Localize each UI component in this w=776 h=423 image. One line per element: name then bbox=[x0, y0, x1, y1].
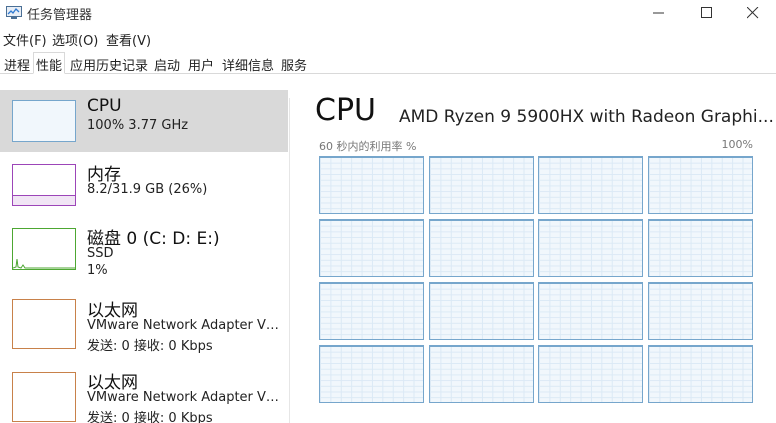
cpu-core-utilization-line bbox=[320, 283, 423, 284]
cpu-core-graph bbox=[647, 345, 753, 403]
cpu-core-utilization-line bbox=[648, 157, 752, 158]
cpu-core-graph bbox=[319, 282, 424, 340]
cpu-core-utilization-line bbox=[429, 220, 533, 221]
window-title: 任务管理器 bbox=[27, 8, 93, 23]
cpu-core-graph bbox=[538, 345, 643, 403]
cpu-core-graph bbox=[428, 156, 534, 214]
cpu-core-graph bbox=[538, 282, 643, 340]
cpu-core-utilization-line bbox=[539, 157, 642, 158]
cpu-core-utilization-line bbox=[429, 283, 533, 284]
resource-list: CPU 100% 3.77 GHz 内存 8.2/31.9 GB (26%) 磁… bbox=[0, 75, 290, 423]
title-bar: 任务管理器 bbox=[0, 0, 776, 26]
cpu-core-graph bbox=[428, 219, 534, 277]
cpu-core-utilization-line bbox=[648, 283, 752, 284]
cpu-core-graph bbox=[538, 156, 643, 214]
menu-file[interactable]: 文件(F) bbox=[3, 30, 47, 49]
cpu-core-utilization-line bbox=[539, 346, 642, 347]
tab-startup[interactable]: 启动 bbox=[151, 52, 183, 74]
minimize-button[interactable] bbox=[636, 0, 682, 26]
resource-detail-2: 1% bbox=[87, 263, 108, 278]
cpu-core-utilization-line bbox=[320, 220, 423, 221]
cpu-core-graph bbox=[647, 282, 753, 340]
cpu-core-utilization-line bbox=[648, 220, 752, 221]
close-icon bbox=[747, 7, 759, 19]
resource-detail-2: 发送: 0 接收: 0 Kbps bbox=[87, 339, 213, 354]
cpu-core-utilization-line bbox=[539, 283, 642, 284]
cpu-core-graph bbox=[319, 219, 424, 277]
cpu-core-graph bbox=[647, 219, 753, 277]
tab-details[interactable]: 详细信息 bbox=[219, 52, 277, 74]
cpu-core-graph bbox=[428, 345, 534, 403]
resource-detail: SSD bbox=[87, 246, 114, 261]
close-button[interactable] bbox=[730, 0, 776, 26]
cpu-core-graph bbox=[647, 156, 753, 214]
cpu-core-utilization-line bbox=[648, 346, 752, 347]
cpu-core-utilization-line bbox=[320, 157, 423, 158]
panel-divider bbox=[289, 98, 290, 423]
graph-max-label: 100% bbox=[721, 138, 753, 151]
ethernet-thumbnail-graph bbox=[12, 299, 76, 349]
tab-app-history[interactable]: 应用历史记录 bbox=[67, 52, 151, 74]
memory-thumbnail-graph bbox=[12, 164, 76, 206]
cpu-core-utilization-line bbox=[429, 157, 533, 158]
ethernet-thumbnail-graph bbox=[12, 372, 76, 422]
resource-item-ethernet-2[interactable]: 以太网 VMware Network Adapter VMn... 发送: 0 … bbox=[0, 365, 288, 423]
resource-item-memory[interactable]: 内存 8.2/31.9 GB (26%) bbox=[0, 157, 288, 217]
resource-detail: 100% 3.77 GHz bbox=[87, 118, 189, 133]
tab-processes[interactable]: 进程 bbox=[1, 52, 33, 74]
menu-options[interactable]: 选项(O) bbox=[52, 30, 98, 49]
disk-thumbnail-graph bbox=[12, 228, 76, 270]
cpu-core-graph bbox=[428, 282, 534, 340]
tab-users[interactable]: 用户 bbox=[185, 52, 217, 74]
tab-bar: 进程 性能 应用历史记录 启动 用户 详细信息 服务 bbox=[0, 50, 776, 74]
resource-detail: VMware Network Adapter VMn... bbox=[87, 318, 287, 333]
cpu-core-graph bbox=[319, 156, 424, 214]
tab-performance[interactable]: 性能 bbox=[33, 52, 66, 74]
task-manager-icon bbox=[6, 5, 22, 19]
detail-title: CPU bbox=[315, 93, 376, 128]
menu-view[interactable]: 查看(V) bbox=[106, 30, 151, 49]
cpu-core-graph bbox=[319, 345, 424, 403]
cpu-thumbnail-graph bbox=[12, 100, 76, 142]
tab-services[interactable]: 服务 bbox=[278, 52, 310, 74]
resource-item-cpu[interactable]: CPU 100% 3.77 GHz bbox=[0, 90, 288, 152]
graph-label: 60 秒内的利用率 % bbox=[319, 140, 417, 153]
resource-detail: VMware Network Adapter VMn... bbox=[87, 390, 287, 405]
resource-detail-2: 发送: 0 接收: 0 Kbps bbox=[87, 411, 213, 423]
cpu-core-utilization-line bbox=[320, 346, 423, 347]
resource-item-ethernet-1[interactable]: 以太网 VMware Network Adapter VMn... 发送: 0 … bbox=[0, 293, 288, 355]
maximize-icon bbox=[701, 7, 712, 18]
resource-title: CPU bbox=[87, 96, 122, 116]
resource-item-disk[interactable]: 磁盘 0 (C: D: E:) SSD 1% bbox=[0, 221, 288, 283]
minimize-icon bbox=[653, 12, 664, 14]
resource-detail: 8.2/31.9 GB (26%) bbox=[87, 182, 208, 197]
cpu-core-utilization-line bbox=[429, 346, 533, 347]
cpu-model-name: AMD Ryzen 9 5900HX with Radeon Graphi... bbox=[399, 107, 774, 127]
cpu-core-utilization-line bbox=[539, 220, 642, 221]
maximize-button[interactable] bbox=[684, 0, 730, 26]
cpu-core-graph bbox=[538, 219, 643, 277]
